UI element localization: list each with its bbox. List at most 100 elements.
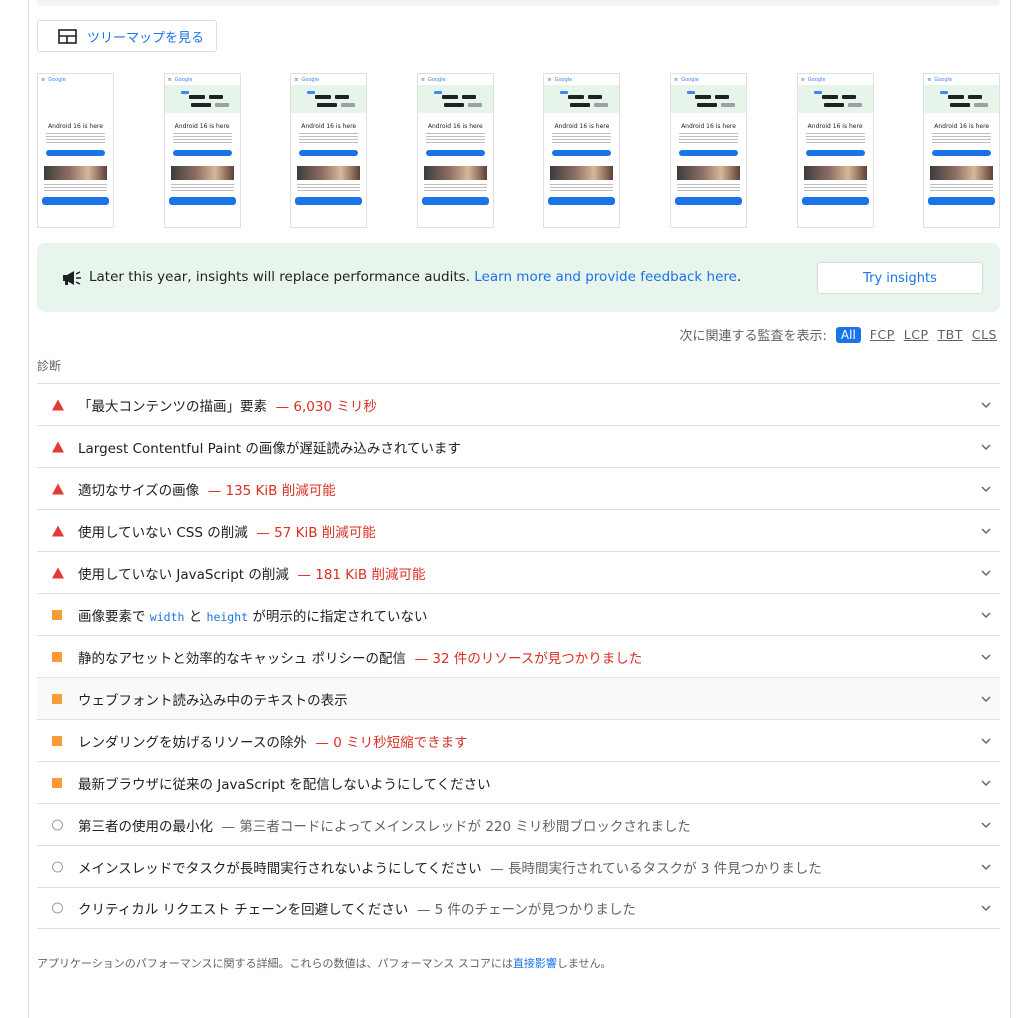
chevron-down-icon[interactable] [981, 822, 991, 828]
average-square-icon [52, 735, 62, 746]
audit-code: height [206, 609, 249, 624]
frame-text [552, 133, 612, 145]
filter-all[interactable]: All [835, 326, 861, 343]
frame-text-2 [170, 184, 234, 193]
frame-button-2 [168, 197, 236, 205]
frame-text [679, 133, 738, 145]
audit-display-value: — 32 件のリソースが見つかりました [414, 650, 643, 667]
audit-title-text: 静的なアセットと効率的なキャッシュ ポリシーの配信 [78, 650, 407, 667]
audit-display-value: — 5 件のチェーンが見つかりました [416, 902, 636, 918]
insights-learn-more-link[interactable]: Learn more and provide feedback here [474, 269, 737, 285]
audit-title: 適切なサイズの画像 — 135 KiB 削減可能 [78, 479, 336, 499]
audit-title-text: 使用していない JavaScript の削減 [78, 566, 289, 583]
frame-button [172, 150, 232, 156]
audit-title-text: 「最大コンテンツの描画」要素 [78, 398, 267, 415]
filter-cls[interactable]: CLS [972, 327, 997, 342]
frame-hero [38, 85, 113, 113]
audit-row[interactable]: 「最大コンテンツの描画」要素 — 6,030 ミリ秒 [37, 383, 1000, 425]
frame-button-2 [421, 197, 489, 205]
frame-hero [291, 85, 367, 113]
frame-text-2 [803, 184, 867, 193]
chevron-down-icon[interactable] [981, 780, 991, 786]
audit-code: width [149, 609, 185, 624]
audit-title-text: 使用していない CSS の削減 [78, 524, 248, 541]
chevron-down-icon[interactable] [981, 905, 991, 911]
audit-row[interactable]: 第三者の使用の最小化 — 第三者コードによってメインスレッドが 220 ミリ秒間… [37, 803, 1000, 845]
frame-button [552, 150, 612, 156]
audit-row[interactable]: 画像要素で width と height が明示的に指定されていない [37, 593, 1000, 635]
audit-row[interactable]: 最新ブラウザに従来の JavaScript を配信しないようにしてください [37, 761, 1000, 803]
audit-title: 最新ブラウザに従来の JavaScript を配信しないようにしてください [78, 773, 491, 793]
chevron-down-icon[interactable] [981, 864, 991, 870]
frame-photo [297, 166, 361, 180]
audit-title-part: と [184, 608, 207, 625]
chevron-down-icon[interactable] [981, 444, 991, 450]
insights-text: Later this year, insights will replace p… [89, 269, 470, 285]
audit-title: 使用していない JavaScript の削減 — 181 KiB 削減可能 [78, 563, 425, 583]
chevron-down-icon[interactable] [981, 654, 991, 660]
frame-title: Android 16 is here [681, 123, 736, 130]
audit-row[interactable]: 使用していない JavaScript の削減 — 181 KiB 削減可能 [37, 551, 1000, 593]
treemap-label: ツリーマップを見る [87, 30, 205, 46]
frame-photo [44, 166, 107, 180]
frame-hero [544, 85, 620, 113]
audit-row[interactable]: 静的なアセットと効率的なキャッシュ ポリシーの配信 — 32 件のリソースが見つ… [37, 635, 1000, 677]
frame-button [299, 150, 359, 156]
frame-text-2 [297, 184, 361, 193]
filter-fcp[interactable]: FCP [870, 327, 895, 342]
chevron-down-icon[interactable] [981, 696, 991, 702]
filmstrip: ≡ Google Android 16 is here ≡ Google Android … [37, 73, 1002, 228]
frame-button [679, 150, 738, 156]
frame-button-2 [295, 197, 363, 205]
audit-display-value: — 0 ミリ秒短縮できます [315, 734, 468, 751]
audit-row[interactable]: 適切なサイズの画像 — 135 KiB 削減可能 [37, 467, 1000, 509]
chevron-down-icon[interactable] [981, 402, 991, 408]
audit-title: レンダリングを妨げるリソースの除外 — 0 ミリ秒短縮できます [78, 731, 468, 751]
frame-photo [423, 166, 487, 180]
audit-row[interactable]: ウェブフォント読み込み中のテキストの表示 [37, 677, 1000, 719]
frame-text [46, 133, 105, 145]
try-insights-button[interactable]: Try insights [817, 262, 983, 294]
audit-row[interactable]: クリティカル リクエスト チェーンを回避してください — 5 件のチェーンが見つ… [37, 887, 1000, 929]
audit-title: 第三者の使用の最小化 — 第三者コードによってメインスレッドが 220 ミリ秒間… [78, 815, 691, 835]
chevron-down-icon[interactable] [981, 570, 991, 576]
frame-text-2 [550, 184, 614, 193]
audit-title: Largest Contentful Paint の画像が遅延読み込みされていま… [78, 437, 461, 457]
filter-tbt[interactable]: TBT [938, 327, 963, 342]
audit-row[interactable]: レンダリングを妨げるリソースの除外 — 0 ミリ秒短縮できます [37, 719, 1000, 761]
audit-display-value: — 長時間実行されているタスクが 3 件見つかりました [490, 860, 822, 877]
filter-lcp[interactable]: LCP [904, 327, 929, 342]
audit-row[interactable]: 使用していない CSS の削減 — 57 KiB 削減可能 [37, 509, 1000, 551]
top-bar [37, 0, 1000, 6]
frame-hero [671, 85, 746, 113]
chevron-down-icon[interactable] [981, 486, 991, 492]
footer-text: アプリケーションのパフォーマンスに関する詳細。これらの数値は、パフォーマンス ス… [37, 957, 513, 970]
frame-text [932, 133, 992, 145]
insights-period: . [736, 269, 742, 285]
audit-title-text: レンダリングを妨げるリソースの除外 [78, 734, 307, 751]
chevron-down-icon[interactable] [981, 528, 991, 534]
filmstrip-frame: ≡ Google Android 16 is here [796, 73, 874, 228]
audit-title: クリティカル リクエスト チェーンを回避してください — 5 件のチェーンが見つ… [78, 898, 636, 918]
frame-button [805, 150, 865, 156]
filmstrip-frame: ≡ Google Android 16 is here [163, 73, 241, 228]
frame-text [425, 133, 485, 145]
audit-display-value: — 181 KiB 削減可能 [297, 566, 426, 583]
frame-hero [797, 85, 873, 113]
view-treemap-button[interactable]: ツリーマップを見る [37, 20, 217, 52]
chevron-down-icon[interactable] [981, 612, 991, 618]
treemap-icon [58, 28, 77, 44]
audit-title-text: 最新ブラウザに従来の JavaScript を配信しないようにしてください [78, 776, 491, 793]
audit-title-text: Largest Contentful Paint の画像が遅延読み込みされていま… [78, 440, 461, 457]
audit-display-value: — 第三者コードによってメインスレッドが 220 ミリ秒間ブロックされました [221, 818, 691, 835]
frame-brand: ≡ Google [547, 76, 573, 83]
audit-row[interactable]: Largest Contentful Paint の画像が遅延読み込みされていま… [37, 425, 1000, 467]
filmstrip-frame: ≡ Google Android 16 is here [416, 73, 494, 228]
audit-title-part: 画像要素で [78, 608, 150, 625]
chevron-down-icon[interactable] [981, 738, 991, 744]
left-border [28, 0, 29, 1018]
footer-link[interactable]: 直接影響 [513, 957, 557, 970]
average-square-icon [52, 693, 62, 704]
frame-brand: ≡ Google [294, 76, 320, 83]
audit-row[interactable]: メインスレッドでタスクが長時間実行されないようにしてください — 長時間実行され… [37, 845, 1000, 887]
